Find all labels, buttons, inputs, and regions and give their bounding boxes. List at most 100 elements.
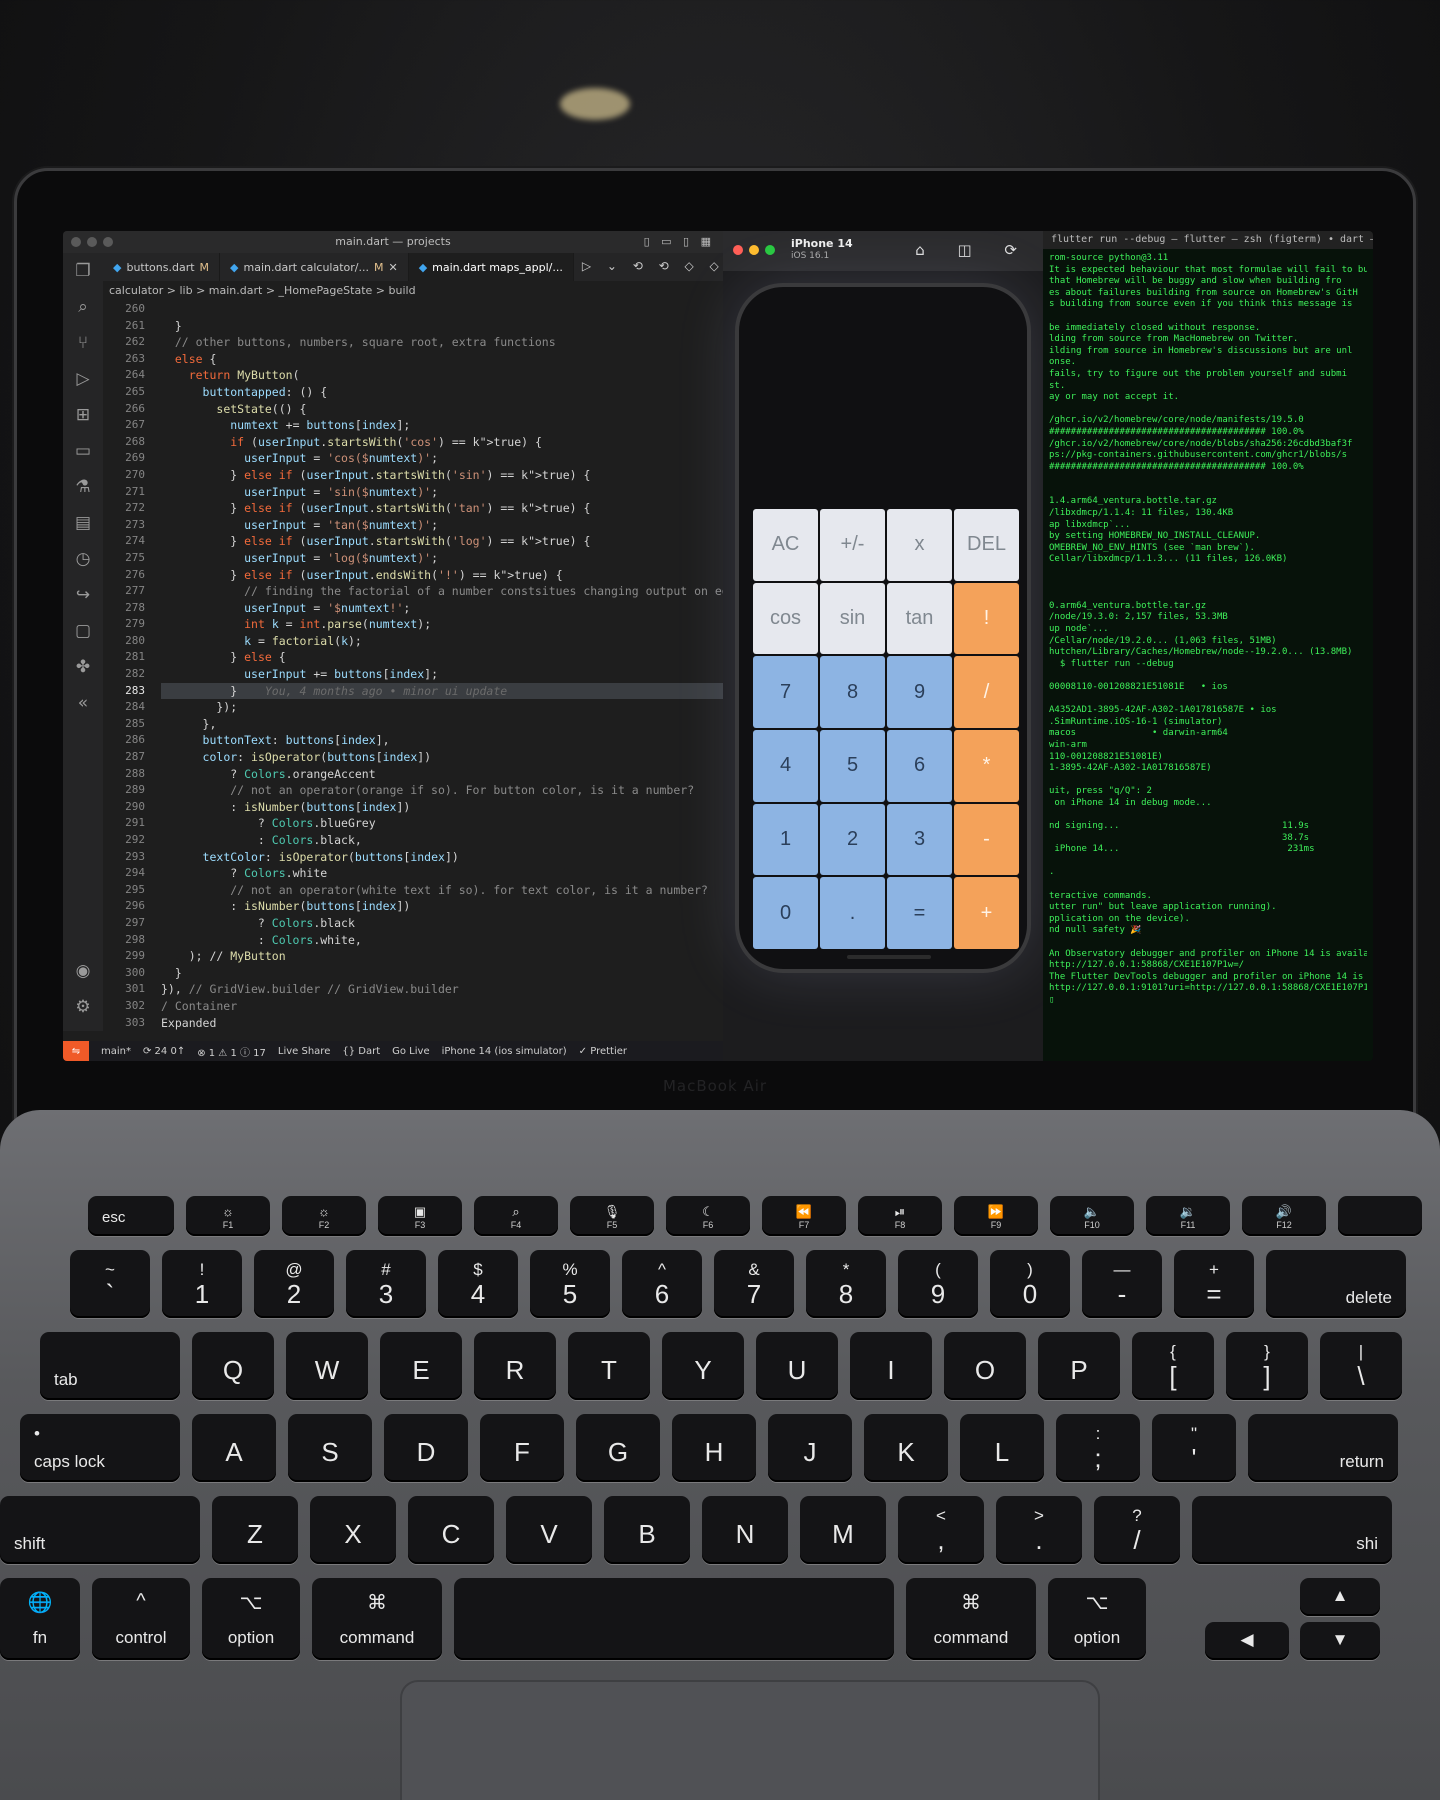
code-line[interactable]: // not an operator(orange if so). For bu…: [161, 782, 723, 799]
close-icon[interactable]: ✕: [388, 261, 397, 274]
key-k[interactable]: K: [864, 1414, 948, 1482]
code-line[interactable]: return MyButton(: [161, 367, 723, 384]
key-command[interactable]: ⌘ command: [312, 1578, 442, 1660]
code-line[interactable]: } else if (userInput.startsWith('sin') =…: [161, 467, 723, 484]
key-q[interactable]: Q: [192, 1332, 274, 1400]
calc-key-factorial[interactable]: !: [954, 582, 1019, 655]
key-0[interactable]: ) 0: [990, 1250, 1070, 1318]
key--[interactable]: — -: [1082, 1250, 1162, 1318]
breadcrumb-item[interactable]: build: [389, 284, 416, 297]
code-line[interactable]: int k = int.parse(numtext);: [161, 616, 723, 633]
key-1[interactable]: ! 1: [162, 1250, 242, 1318]
code-line[interactable]: });: [161, 699, 723, 716]
code-content[interactable]: } // other buttons, numbers, square root…: [161, 301, 723, 1031]
branch-indicator[interactable]: main*: [101, 1046, 131, 1057]
code-line[interactable]: ); // MyButton: [161, 948, 723, 965]
live-share-status[interactable]: Live Share: [278, 1046, 330, 1057]
calc-key-tan[interactable]: tan: [887, 582, 952, 655]
key-f10[interactable]: 🔈 F10: [1050, 1196, 1134, 1236]
calc-key-1[interactable]: 1: [753, 803, 818, 876]
zoom-button[interactable]: [765, 245, 775, 255]
key-option[interactable]: ⌥ option: [1048, 1578, 1146, 1660]
key-4[interactable]: $4: [438, 1250, 518, 1318]
code-line[interactable]: ? Colors.black: [161, 915, 723, 932]
key-5[interactable]: % 5: [530, 1250, 610, 1318]
key-r[interactable]: R: [474, 1332, 556, 1400]
calc-key-multiply[interactable]: *: [954, 729, 1019, 802]
calc-key-4[interactable]: 4: [753, 729, 818, 802]
calc-key-dot[interactable]: .: [820, 877, 885, 949]
key-esc[interactable]: esc: [88, 1196, 174, 1236]
key-command[interactable]: ⌘ command: [906, 1578, 1036, 1660]
key-b[interactable]: B: [604, 1496, 690, 1564]
code-line[interactable]: numtext += buttons[index];: [161, 417, 723, 434]
flutter-icon[interactable]: «: [63, 685, 103, 721]
key--[interactable]: + =: [1174, 1250, 1254, 1318]
key-f12[interactable]: 🔊 F12: [1242, 1196, 1326, 1236]
key-7[interactable]: & 7: [714, 1250, 794, 1318]
explorer-icon[interactable]: ❐: [63, 253, 103, 289]
calc-key-cos[interactable]: cos: [753, 582, 818, 655]
calc-key-9[interactable]: 9: [887, 656, 952, 728]
code-line[interactable]: setState(() {: [161, 401, 723, 418]
code-line[interactable]: // finding the factorial of a number con…: [161, 583, 723, 600]
gear-icon[interactable]: ⚙: [63, 989, 103, 1025]
calc-key-del[interactable]: DEL: [954, 509, 1019, 581]
key-d[interactable]: D: [384, 1414, 468, 1482]
key-arrow-down[interactable]: ▼: [1300, 1622, 1380, 1660]
close-button[interactable]: [733, 245, 743, 255]
code-line[interactable]: // not an operator(white text if so). fo…: [161, 882, 723, 899]
code-line[interactable]: [161, 301, 723, 318]
key--[interactable]: ? /: [1094, 1496, 1180, 1564]
device-selector[interactable]: iPhone 14 (ios simulator): [442, 1046, 567, 1057]
key-v[interactable]: V: [506, 1496, 592, 1564]
calc-key-6[interactable]: 6: [887, 729, 952, 802]
key-f7[interactable]: ⏪ F7: [762, 1196, 846, 1236]
key-return[interactable]: return: [1248, 1414, 1398, 1482]
code-line[interactable]: } else if (userInput.startsWith('log') =…: [161, 533, 723, 550]
calc-key-plus[interactable]: +: [954, 877, 1019, 949]
tab-main-dart-maps[interactable]: ◆ main.dart maps_appl/...: [408, 253, 574, 281]
code-line[interactable]: buttonText: buttons[index],: [161, 732, 723, 749]
key-f1[interactable]: ☼ F1: [186, 1196, 270, 1236]
code-line[interactable]: Expanded: [161, 1015, 723, 1031]
clipboard-icon[interactable]: ▢: [63, 613, 103, 649]
key--[interactable]: {[: [1132, 1332, 1214, 1400]
key-shi[interactable]: shi: [1192, 1496, 1392, 1564]
key--[interactable]: }]: [1226, 1332, 1308, 1400]
run-debug-icon[interactable]: ▷: [63, 361, 103, 397]
key-f9[interactable]: ⏩ F9: [954, 1196, 1038, 1236]
code-line[interactable]: userInput = 'cos($numtext)';: [161, 450, 723, 467]
code-line[interactable]: / Container: [161, 998, 723, 1015]
calc-key-plusdivideminus[interactable]: +/-: [820, 509, 885, 581]
key-l[interactable]: L: [960, 1414, 1044, 1482]
calc-key-3[interactable]: 3: [887, 803, 952, 876]
extensions-icon[interactable]: ⊞: [63, 397, 103, 433]
minimize-button[interactable]: [749, 245, 759, 255]
key-z[interactable]: Z: [212, 1496, 298, 1564]
key-arrow-left[interactable]: ◀: [1205, 1622, 1289, 1660]
code-line[interactable]: } else if (userInput.startsWith('tan') =…: [161, 500, 723, 517]
code-line[interactable]: }), // GridView.builder // GridView.buil…: [161, 981, 723, 998]
key-f5[interactable]: 🎙 F5: [570, 1196, 654, 1236]
key-x[interactable]: X: [310, 1496, 396, 1564]
code-line[interactable]: userInput = '$numtext!';: [161, 600, 723, 617]
calc-key-equals[interactable]: =: [887, 877, 952, 949]
key-caps-lock[interactable]: • caps lock: [20, 1414, 180, 1482]
remote-explorer-icon[interactable]: ▭: [63, 433, 103, 469]
key-w[interactable]: W: [286, 1332, 368, 1400]
key-s[interactable]: S: [288, 1414, 372, 1482]
key-3[interactable]: #3: [346, 1250, 426, 1318]
problems-indicator[interactable]: ⊗ 1 ⚠ 1 ⓘ 17: [197, 1044, 266, 1059]
code-line[interactable]: : Colors.white,: [161, 932, 723, 949]
key-j[interactable]: J: [768, 1414, 852, 1482]
key--[interactable]: | \: [1320, 1332, 1402, 1400]
calc-key-sin[interactable]: sin: [820, 582, 885, 655]
go-live-status[interactable]: Go Live: [392, 1046, 429, 1057]
key-y[interactable]: Y: [662, 1332, 744, 1400]
key-space[interactable]: [454, 1578, 894, 1660]
remote-indicator-icon[interactable]: ⇋: [63, 1041, 89, 1061]
key-fn[interactable]: 🌐 fn: [0, 1578, 80, 1660]
breadcrumb-item[interactable]: lib: [179, 284, 192, 297]
code-line[interactable]: },: [161, 716, 723, 733]
